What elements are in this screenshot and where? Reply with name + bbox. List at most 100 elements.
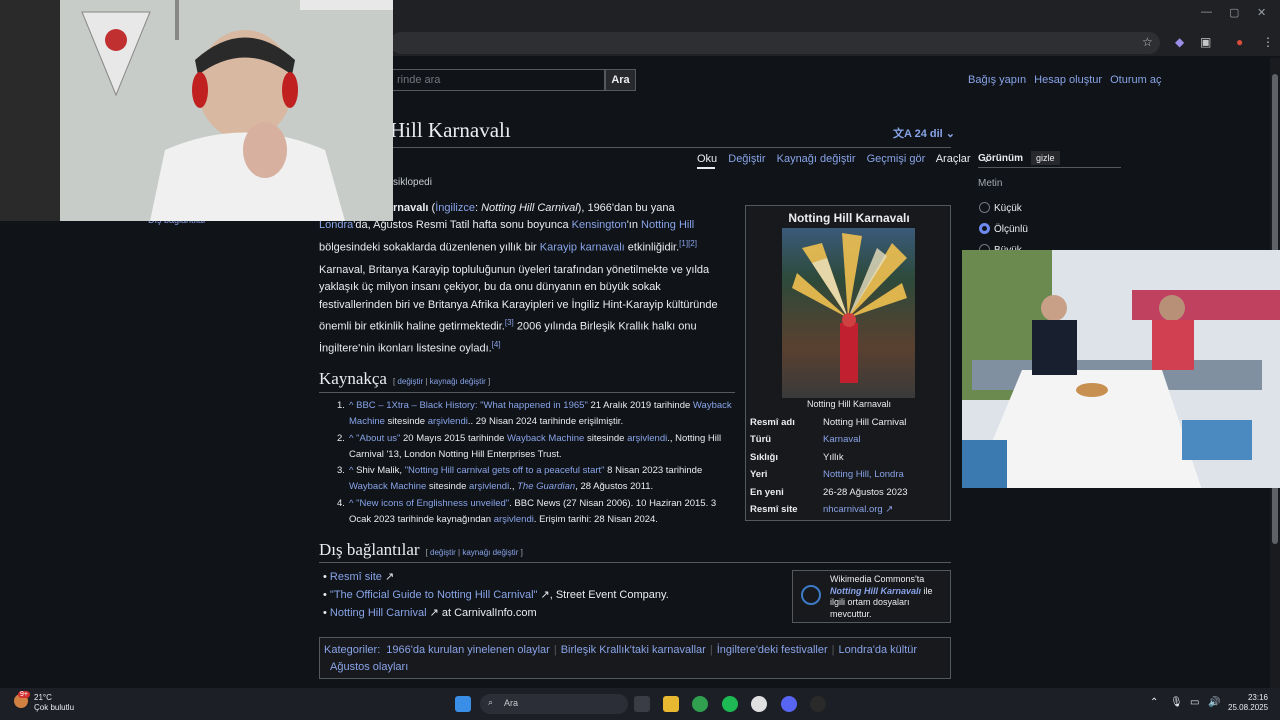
- star-icon[interactable]: ☆: [1142, 35, 1153, 49]
- tab-edit-source[interactable]: Kaynağı değiştir: [777, 153, 856, 165]
- appearance-panel: Görünüm gizle: [978, 151, 1060, 165]
- mic-icon[interactable]: 🎙: [1170, 697, 1183, 708]
- taskbar-search[interactable]: ⌕ Ara: [480, 694, 628, 714]
- archive-link[interactable]: arşivlendi: [428, 416, 468, 427]
- file-explorer-icon[interactable]: [663, 696, 679, 712]
- section-divider: [319, 562, 951, 563]
- wayback-link[interactable]: Wayback Machine: [507, 433, 584, 444]
- list-item: Notting Hill Carnival ↗ at CarnivalInfo.…: [323, 604, 669, 622]
- commons-link[interactable]: Notting Hill Karnavalı: [830, 586, 921, 596]
- menu-icon[interactable]: ⋮: [1262, 35, 1274, 49]
- radio-standard[interactable]: [979, 223, 990, 234]
- reference-link[interactable]: "New icons of Englishness unveiled": [356, 498, 509, 509]
- page-title: Hill Karnavalı: [390, 118, 511, 142]
- official-site-link[interactable]: nhcarnival.org ↗: [823, 504, 893, 515]
- restore-icon[interactable]: ▢: [1229, 6, 1239, 19]
- search-input[interactable]: rinde ara: [390, 69, 605, 91]
- citation-3[interactable]: [3]: [505, 318, 514, 327]
- infobox-title: Notting Hill Karnavalı: [788, 211, 910, 225]
- tab-history[interactable]: Geçmişi gör: [867, 153, 926, 165]
- reference-item: 2. ^ "About us" 20 Mayıs 2015 tarihinde W…: [337, 432, 722, 460]
- external-links-list: Resmî site ↗ "The Official Guide to Nott…: [323, 568, 669, 622]
- login-link[interactable]: Oturum aç: [1110, 74, 1161, 86]
- edit-section-link[interactable]: değiştir: [397, 377, 423, 386]
- official-site-link[interactable]: Resmî site: [330, 571, 382, 583]
- start-icon[interactable]: [455, 696, 471, 712]
- puzzle-icon[interactable]: ▣: [1200, 35, 1211, 49]
- category-link[interactable]: Londra'da kültür: [839, 644, 918, 656]
- tagline: siklopedi: [393, 177, 432, 188]
- carnival-photo[interactable]: [782, 228, 915, 398]
- link-english[interactable]: İngilizce: [435, 202, 475, 214]
- obs-icon[interactable]: [810, 696, 826, 712]
- category-link[interactable]: İngiltere'deki festivaller: [717, 644, 828, 656]
- text-size-label: Metin: [978, 178, 1003, 189]
- categories-box: Kategoriler: 1966'da kurulan yinelenen ol…: [319, 637, 951, 679]
- hide-button[interactable]: gizle: [1031, 151, 1060, 165]
- profile-icon[interactable]: ●: [1236, 35, 1243, 49]
- wayback-link[interactable]: Wayback Machine: [349, 481, 426, 492]
- link-notting-hill[interactable]: Notting Hill: [641, 219, 694, 231]
- reference-item: 3. ^ Shiv Malik, "Notting Hill carnival g…: [337, 465, 703, 493]
- guardian-link[interactable]: The Guardian: [517, 481, 575, 492]
- heading-external-links: Dış bağlantılar[ değiştir | kaynağı deği…: [319, 540, 523, 559]
- network-icon[interactable]: ▭: [1190, 697, 1199, 708]
- reference-item: 1. ^ BBC – 1Xtra – Black History: "What h…: [337, 400, 732, 428]
- carnivalinfo-link[interactable]: Notting Hill Carnival: [330, 607, 427, 619]
- notification-badge: 9+: [18, 691, 30, 698]
- volume-icon[interactable]: 🔊: [1208, 697, 1220, 708]
- link-caribbean-carnival[interactable]: Karayip karnavalı: [540, 241, 625, 253]
- weather-widget[interactable]: 21°C Çok bulutlu: [34, 693, 74, 713]
- webcam-overlay: [0, 0, 393, 221]
- address-bar[interactable]: [390, 32, 1160, 54]
- discord-icon[interactable]: [781, 696, 797, 712]
- link-london[interactable]: Londra: [319, 219, 353, 231]
- clock[interactable]: 23:16 25.08.2025: [1228, 693, 1268, 713]
- reference-item: 4. ^ "New icons of Englishness unveiled".…: [337, 497, 717, 526]
- second-paragraph: Karnaval, Britanya Karayip topluluğunun …: [319, 264, 718, 355]
- spotify-icon[interactable]: [722, 696, 738, 712]
- edit-source-section-link[interactable]: kaynağı değiştir: [430, 377, 486, 386]
- citation-4[interactable]: [4]: [492, 340, 501, 349]
- edit-section-link[interactable]: değiştir: [430, 548, 456, 557]
- category-link[interactable]: Birleşik Krallık'taki karnavallar: [561, 644, 706, 656]
- edit-source-section-link[interactable]: kaynağı değiştir: [462, 548, 518, 557]
- appearance-divider: [978, 167, 1121, 168]
- list-item: Resmî site ↗: [323, 568, 669, 586]
- citation-1-2[interactable]: [1][2]: [679, 239, 697, 248]
- chrome-icon[interactable]: [692, 696, 708, 712]
- chevron-up-icon[interactable]: ⌃: [1150, 697, 1158, 708]
- active-tab-indicator: [697, 167, 715, 169]
- tab-read[interactable]: Oku: [697, 153, 717, 165]
- link-kensington[interactable]: Kensington: [572, 219, 627, 231]
- create-account-link[interactable]: Hesap oluştur: [1034, 74, 1102, 86]
- search-button[interactable]: Ara: [605, 69, 636, 91]
- extension-icon[interactable]: ◆: [1175, 35, 1184, 49]
- app-icon[interactable]: [751, 696, 767, 712]
- archive-link[interactable]: arşivlendi: [627, 433, 667, 444]
- close-icon[interactable]: ✕: [1257, 6, 1266, 19]
- donate-link[interactable]: Bağış yapın: [968, 74, 1026, 86]
- tab-edit[interactable]: Değiştir: [728, 153, 765, 165]
- reference-list: 1. ^ BBC – 1Xtra – Black History: "What h…: [337, 398, 735, 528]
- language-button[interactable]: 文A 24 dil ⌄: [893, 125, 955, 141]
- archive-link[interactable]: arşivlendi: [469, 481, 509, 492]
- carnival-link[interactable]: Karnaval: [823, 434, 861, 445]
- reference-link[interactable]: "About us": [356, 433, 400, 444]
- category-link[interactable]: 1966'da kurulan yinelenen olaylar: [386, 644, 550, 656]
- search-icon: ⌕: [488, 697, 494, 707]
- official-guide-link[interactable]: "The Official Guide to Notting Hill Carn…: [330, 589, 538, 601]
- radio-small[interactable]: [979, 202, 990, 213]
- archive-link[interactable]: arşivlendi: [494, 514, 534, 525]
- reference-link[interactable]: "Notting Hill carnival gets off to a pea…: [405, 465, 605, 476]
- category-link[interactable]: Ağustos olayları: [330, 661, 408, 673]
- reference-link[interactable]: BBC – 1Xtra – Black History: "What happe…: [356, 400, 588, 411]
- commons-box: Wikimedia Commons'ta Notting Hill Karnav…: [792, 570, 951, 623]
- page-tabs: Oku Değiştir Kaynağı değiştir Geçmişi gö…: [697, 152, 999, 165]
- location-link[interactable]: Notting Hill, Londra: [823, 469, 904, 480]
- radio-standard-label: Ölçünlü: [994, 224, 1028, 235]
- task-view-icon[interactable]: [634, 696, 650, 712]
- user-links: Bağış yapın Hesap oluştur Oturum aç: [968, 74, 1166, 86]
- minimize-icon[interactable]: —: [1201, 6, 1212, 18]
- categories-label[interactable]: Kategoriler:: [324, 644, 380, 656]
